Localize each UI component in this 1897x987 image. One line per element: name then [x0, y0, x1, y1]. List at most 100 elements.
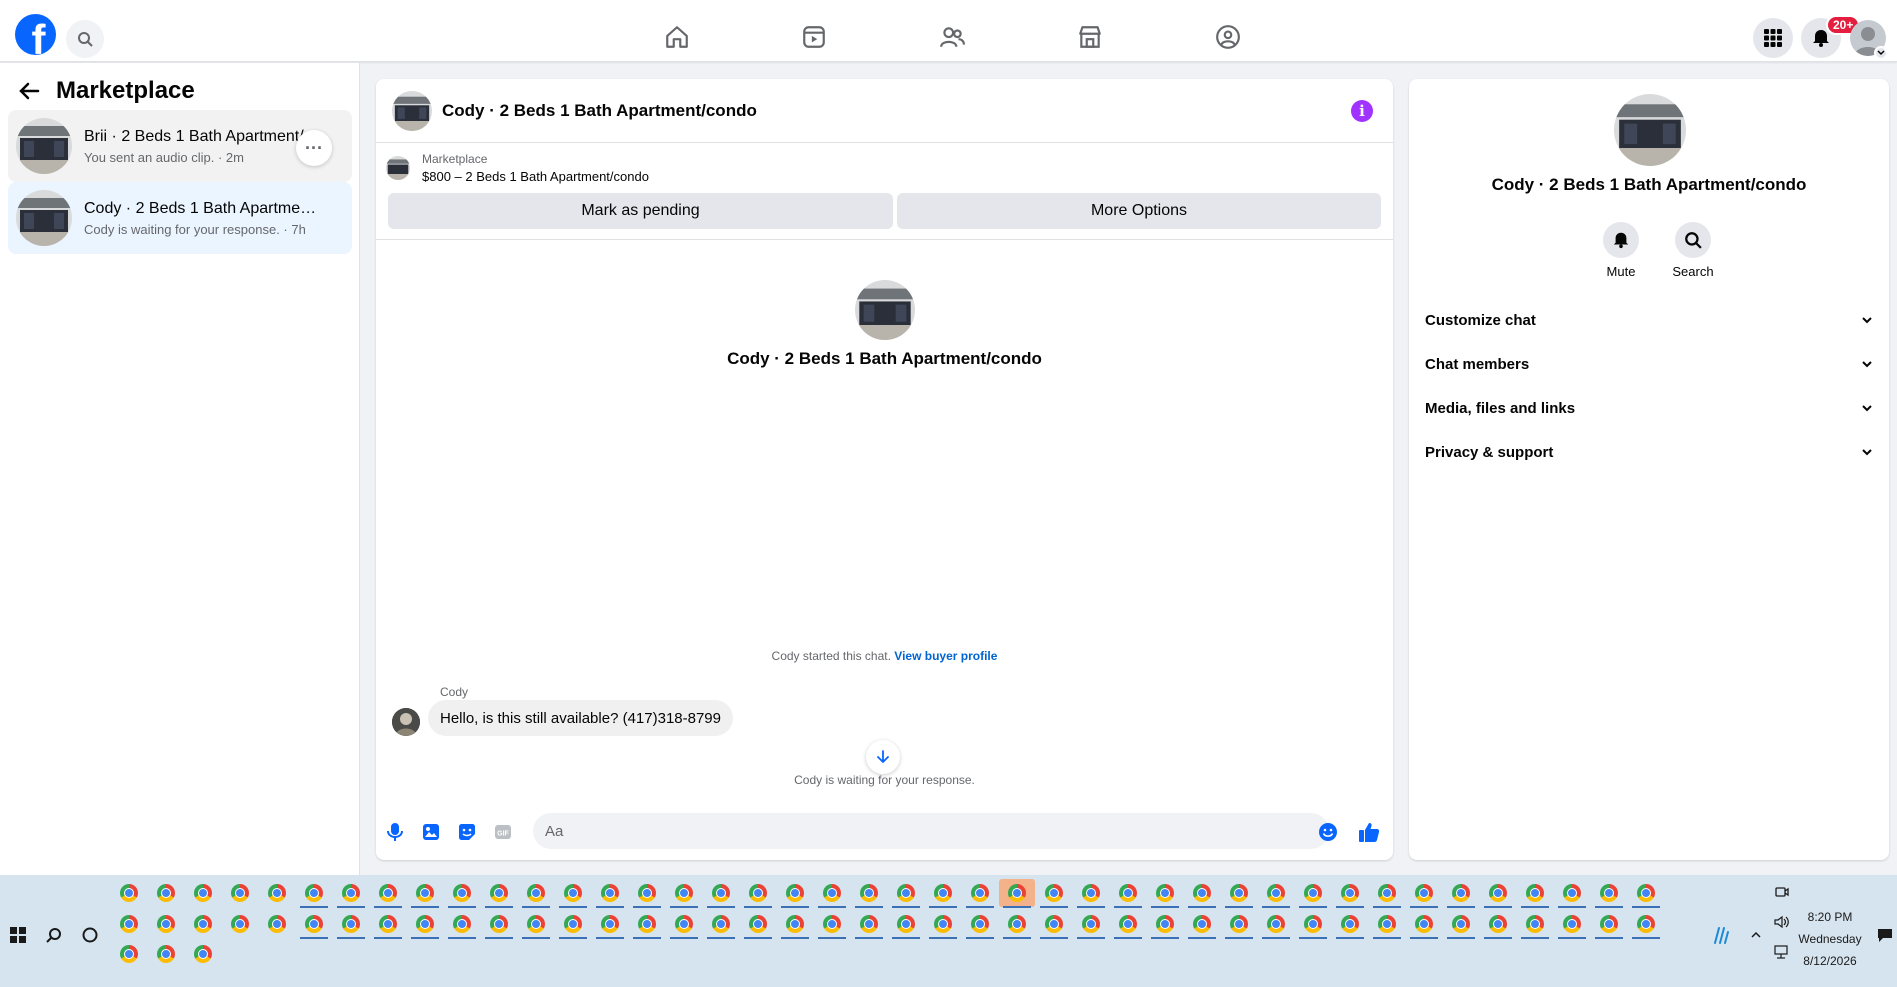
message-input[interactable] [533, 813, 1329, 849]
taskbar-browser-app-icon[interactable] [1267, 915, 1285, 933]
taskbar-search-button[interactable] [44, 925, 64, 945]
taskbar-browser-app-icon[interactable] [897, 915, 915, 933]
like-button[interactable] [1358, 821, 1380, 843]
taskbar-browser-app-icon[interactable] [823, 915, 841, 933]
taskbar-browser-app-icon[interactable] [1119, 915, 1137, 933]
taskbar-browser-app-icon[interactable] [527, 884, 545, 902]
taskbar-browser-app-icon[interactable] [120, 884, 138, 902]
taskbar-browser-app-icon[interactable] [1082, 884, 1100, 902]
taskbar-browser-app-icon[interactable] [1415, 915, 1433, 933]
facebook-logo[interactable]: f [15, 14, 56, 55]
taskbar-browser-app-icon[interactable] [675, 915, 693, 933]
taskbar-browser-app-icon[interactable] [601, 915, 619, 933]
system-clock[interactable]: 8:20 PM Wednesday 8/12/2026 [1790, 906, 1870, 972]
taskbar-browser-app-icon[interactable] [1193, 884, 1211, 902]
taskbar-browser-app-icon[interactable] [1378, 915, 1396, 933]
taskbar-browser-app-icon[interactable] [1341, 884, 1359, 902]
taskbar-browser-app-icon[interactable] [416, 915, 434, 933]
taskbar-browser-app-icon[interactable] [1452, 884, 1470, 902]
media-files-links-section[interactable]: Media, files and links [1425, 390, 1873, 426]
taskbar-browser-app-icon[interactable] [120, 915, 138, 933]
taskbar-browser-app-icon[interactable] [934, 915, 952, 933]
mute-button[interactable]: Mute [1591, 222, 1651, 279]
conversation-item[interactable]: Brii · 2 Beds 1 Bath Apartment/... You s… [8, 110, 352, 182]
taskbar-browser-app-icon[interactable] [1230, 884, 1248, 902]
taskbar-browser-app-icon[interactable] [675, 884, 693, 902]
meet-now-icon[interactable] [1772, 882, 1792, 902]
taskbar-browser-app-icon[interactable] [1526, 884, 1544, 902]
taskbar-browser-app-icon[interactable] [897, 884, 915, 902]
taskbar-browser-app-icon[interactable] [1156, 915, 1174, 933]
taskbar-browser-app-icon[interactable] [860, 915, 878, 933]
mark-pending-button[interactable]: Mark as pending [388, 193, 893, 229]
action-center-button[interactable] [1875, 925, 1895, 945]
nav-groups-button[interactable] [1213, 22, 1243, 52]
taskbar-browser-app-icon[interactable] [1489, 884, 1507, 902]
taskbar-browser-app-icon[interactable] [823, 884, 841, 902]
weather-widget[interactable] [1710, 925, 1730, 945]
taskbar-browser-app-icon[interactable] [1489, 915, 1507, 933]
taskbar-browser-app-icon[interactable] [342, 884, 360, 902]
taskbar-browser-app-icon[interactable] [157, 915, 175, 933]
taskbar-browser-app-icon[interactable] [527, 915, 545, 933]
taskbar-browser-app-icon[interactable] [194, 945, 212, 963]
taskbar-browser-app-icon[interactable] [1045, 915, 1063, 933]
taskbar-browser-app-icon[interactable] [194, 884, 212, 902]
show-hidden-icons-button[interactable] [1746, 925, 1766, 945]
nav-marketplace-button[interactable] [1075, 22, 1105, 52]
taskbar-browser-app-icon[interactable] [860, 884, 878, 902]
nav-video-button[interactable] [799, 22, 829, 52]
taskbar-browser-app-icon[interactable] [1600, 884, 1618, 902]
taskbar-browser-app-icon[interactable] [490, 884, 508, 902]
menu-button[interactable] [1753, 18, 1793, 58]
taskbar-browser-app-icon[interactable] [1563, 915, 1581, 933]
taskbar-browser-app-icon[interactable] [1045, 884, 1063, 902]
taskbar-browser-app-icon[interactable] [305, 915, 323, 933]
volume-icon[interactable] [1772, 912, 1792, 932]
taskbar-browser-app-icon[interactable] [1008, 915, 1026, 933]
taskbar-browser-app-icon[interactable] [157, 884, 175, 902]
taskbar-browser-app-icon[interactable] [1600, 915, 1618, 933]
taskbar-browser-app-icon[interactable] [971, 884, 989, 902]
taskbar-browser-app-icon[interactable] [638, 884, 656, 902]
message-bubble[interactable]: Hello, is this still available? (417)318… [428, 700, 733, 736]
taskbar-browser-app-icon[interactable] [1156, 884, 1174, 902]
customize-chat-section[interactable]: Customize chat [1425, 302, 1873, 338]
taskbar-browser-app-icon[interactable] [786, 884, 804, 902]
taskbar-browser-app-icon[interactable] [601, 884, 619, 902]
info-icon[interactable]: i [1351, 100, 1373, 122]
conversation-item-active[interactable]: Cody · 2 Beds 1 Bath Apartment/c... Cody… [8, 182, 352, 254]
back-arrow-icon[interactable] [18, 80, 40, 102]
taskbar-browser-app-icon[interactable] [231, 884, 249, 902]
taskbar-browser-app-icon[interactable] [749, 915, 767, 933]
taskbar-browser-app-icon[interactable] [1378, 884, 1396, 902]
taskbar-browser-app-icon[interactable] [379, 884, 397, 902]
voice-clip-button[interactable] [384, 821, 406, 843]
taskbar-browser-app-icon[interactable] [453, 915, 471, 933]
taskbar-browser-app-icon[interactable] [268, 884, 286, 902]
taskbar-browser-app-icon[interactable] [1304, 915, 1322, 933]
taskbar-browser-app-icon[interactable] [1193, 915, 1211, 933]
listing-summary[interactable]: Marketplace $800 – 2 Beds 1 Bath Apartme… [386, 152, 649, 184]
chat-header-avatar[interactable] [392, 90, 432, 131]
search-in-chat-button[interactable]: Search [1663, 222, 1723, 279]
nav-friends-button[interactable] [937, 22, 967, 52]
taskbar-browser-app-icon[interactable] [342, 915, 360, 933]
taskbar-browser-app-icon[interactable] [231, 915, 249, 933]
taskbar-browser-app-icon[interactable] [564, 915, 582, 933]
taskbar-browser-app-icon[interactable] [786, 915, 804, 933]
taskbar-browser-app-icon[interactable] [416, 884, 434, 902]
conversation-more-button[interactable]: ··· [296, 130, 332, 166]
taskbar-browser-app-icon[interactable] [712, 915, 730, 933]
privacy-support-section[interactable]: Privacy & support [1425, 434, 1873, 470]
taskbar-browser-app-icon[interactable] [749, 884, 767, 902]
taskbar-browser-app-icon[interactable] [1119, 884, 1137, 902]
taskbar-browser-app-icon[interactable] [971, 915, 989, 933]
sticker-button[interactable] [456, 821, 478, 843]
taskbar-browser-app-icon[interactable] [934, 884, 952, 902]
attach-photo-button[interactable] [420, 821, 442, 843]
taskbar-browser-app-icon[interactable] [490, 915, 508, 933]
view-buyer-profile-link[interactable]: View buyer profile [894, 649, 997, 663]
taskbar-browser-app-icon[interactable] [453, 884, 471, 902]
more-options-button[interactable]: More Options [897, 193, 1381, 229]
